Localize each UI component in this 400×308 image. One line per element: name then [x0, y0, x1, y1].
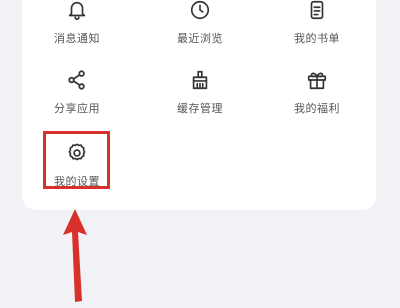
- gift-icon: [304, 67, 330, 93]
- document-list-icon: [304, 0, 330, 23]
- broom-icon: [187, 67, 213, 93]
- menu-item-label: 我的福利: [294, 102, 340, 115]
- menu-item-cache-management[interactable]: 缓存管理: [145, 67, 255, 116]
- menu-item-my-booklist[interactable]: 我的书单: [262, 0, 372, 46]
- highlight-box: [43, 131, 110, 189]
- menu-item-my-benefits[interactable]: 我的福利: [262, 67, 372, 116]
- menu-item-notifications[interactable]: 消息通知: [22, 0, 132, 46]
- menu-item-share-app[interactable]: 分享应用: [22, 67, 132, 116]
- menu-item-recent-browsing[interactable]: 最近浏览: [145, 0, 255, 46]
- menu-item-label: 缓存管理: [177, 102, 223, 115]
- bell-icon: [64, 0, 90, 23]
- arrow-up-icon: [63, 209, 87, 302]
- clock-icon: [187, 0, 213, 23]
- menu-item-label: 分享应用: [54, 102, 100, 115]
- menu-item-label: 我的书单: [294, 32, 340, 45]
- menu-item-label: 最近浏览: [177, 32, 223, 45]
- share-icon: [64, 67, 90, 93]
- menu-item-label: 消息通知: [54, 32, 100, 45]
